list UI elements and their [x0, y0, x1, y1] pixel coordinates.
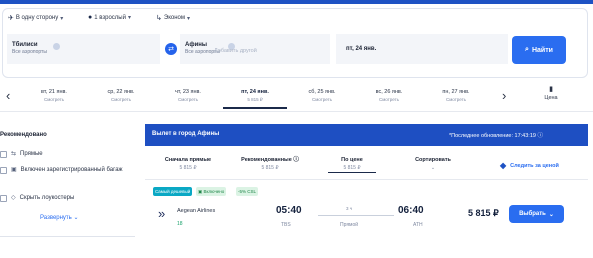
checkbox[interactable]: [0, 167, 7, 174]
arrive-airport-code: ATH: [413, 222, 423, 228]
filter-direct[interactable]: ⇆ Прямые: [0, 150, 43, 158]
included-badge: ▣ Включено: [196, 187, 227, 196]
find-button-label: Найти: [531, 46, 553, 54]
cabin-class-selector[interactable]: ↳ Эконом ▾: [156, 14, 190, 22]
sort-tab-recommended[interactable]: Рекомендованные ⓘ 5 815 ₽: [232, 156, 308, 172]
trip-type-label: В одну сторону: [15, 15, 59, 21]
sort-dropdown[interactable]: Сортировать ⌄: [407, 156, 459, 172]
add-other-link[interactable]: Добавить другой: [214, 48, 257, 54]
info-icon: ⓘ: [293, 157, 299, 163]
passengers-selector[interactable]: ● 1 взрослый ▾: [88, 14, 131, 21]
seat-icon: ↳: [156, 15, 162, 22]
chevron-down-icon: ▾: [187, 15, 191, 22]
filter-baggage[interactable]: ▣ Включен зарегистрированный багаж: [0, 166, 136, 174]
cabin-class-label: Эконом: [163, 15, 185, 21]
results-title: Вылет в город Афины: [152, 131, 220, 137]
date-tab[interactable]: пн, 27 янв. Смотреть: [424, 88, 488, 103]
flight-duration: 3 ч: [346, 206, 353, 211]
route-line: [318, 215, 394, 216]
airline-code: 18: [177, 221, 183, 227]
airline-name: Aegean Airlines: [177, 208, 216, 214]
sidebar-title: Рекомендовано: [0, 132, 47, 138]
clear-origin-icon[interactable]: [53, 43, 60, 50]
select-flight-button[interactable]: Выбрать ⌄: [509, 205, 564, 223]
next-dates-arrow[interactable]: ›: [502, 89, 506, 102]
baggage-icon: ▣: [11, 167, 17, 173]
date-tab[interactable]: чт, 23 янв. Смотреть: [156, 88, 220, 103]
swap-icon[interactable]: ⇄: [165, 43, 177, 55]
destination-field[interactable]: Афины Все аэропорты Добавить другой: [180, 34, 330, 64]
date-tab[interactable]: вт, 21 янв. Смотреть: [22, 88, 86, 103]
date-value: пт, 24 янв.: [346, 46, 377, 52]
chevron-down-icon: ⌄: [430, 165, 436, 171]
flight-stops: Прямой: [340, 222, 359, 228]
trip-type-selector[interactable]: ✈ В одну сторону ▾: [8, 14, 63, 22]
date-tab[interactable]: вс, 26 янв. Смотреть: [357, 88, 421, 103]
top-stripe: [0, 0, 593, 4]
info-icon: ⓘ: [537, 133, 543, 139]
depart-time: 05:40: [276, 205, 302, 216]
checkbox[interactable]: [0, 151, 7, 158]
arrive-time: 06:40: [398, 205, 424, 216]
filter-lowcost[interactable]: ◇ Скрыть лоукостеры: [0, 194, 74, 202]
divider: [0, 236, 135, 237]
bar-chart-icon: ▮: [549, 86, 553, 93]
date-tab[interactable]: сб, 25 янв. Смотреть: [290, 88, 354, 103]
prev-dates-arrow[interactable]: ‹: [6, 89, 10, 102]
sort-tab-direct-first[interactable]: Сначала прямые 5 815 ₽: [157, 156, 219, 172]
plane-icon: ✈: [8, 15, 14, 22]
chevron-down-icon: ▾: [60, 15, 64, 22]
date-tab-selected[interactable]: пт, 24 янв. 5 815 ₽: [223, 88, 287, 109]
flight-price: 5 815 ₽: [468, 208, 499, 218]
checkbox[interactable]: [0, 195, 7, 202]
passengers-label: 1 взрослый: [94, 14, 126, 21]
date-tab[interactable]: ср, 22 янв. Смотреть: [89, 88, 153, 103]
discount-badge: -5% CSL: [236, 187, 259, 196]
expand-filters-link[interactable]: Развернуть ⌄: [40, 214, 79, 221]
direct-route-icon: ⇆: [11, 151, 17, 157]
follow-price-link[interactable]: ◆ Следить за ценой: [500, 161, 559, 170]
last-update: *Последнее обновление: 17:43:19 ⓘ: [449, 133, 543, 139]
find-button[interactable]: ⌕ Найти: [512, 36, 566, 64]
airline-logo: »: [158, 206, 166, 221]
origin-field[interactable]: Тбилиси Все аэропорты: [7, 34, 160, 64]
price-chart-label: Цена: [544, 95, 558, 101]
origin-city: Тбилиси: [12, 42, 38, 48]
tag-icon: ◇: [11, 195, 16, 201]
chevron-down-icon: ⌄: [548, 211, 554, 218]
date-field[interactable]: пт, 24 янв.: [336, 34, 508, 64]
price-chart-toggle[interactable]: ▮ Цена: [536, 86, 566, 102]
person-icon: ●: [88, 14, 93, 21]
price-alert-icon: ◆: [500, 161, 507, 170]
search-icon: ⌕: [525, 46, 529, 53]
cheapest-badge: Самый дешевый: [153, 187, 193, 196]
chevron-down-icon: ⌄: [73, 215, 79, 221]
sort-tab-by-price[interactable]: По цене 5 815 ₽: [328, 156, 376, 173]
depart-airport-code: TBS: [281, 222, 291, 228]
chevron-down-icon: ▾: [127, 15, 131, 21]
origin-airports: Все аэропорты: [12, 49, 47, 55]
